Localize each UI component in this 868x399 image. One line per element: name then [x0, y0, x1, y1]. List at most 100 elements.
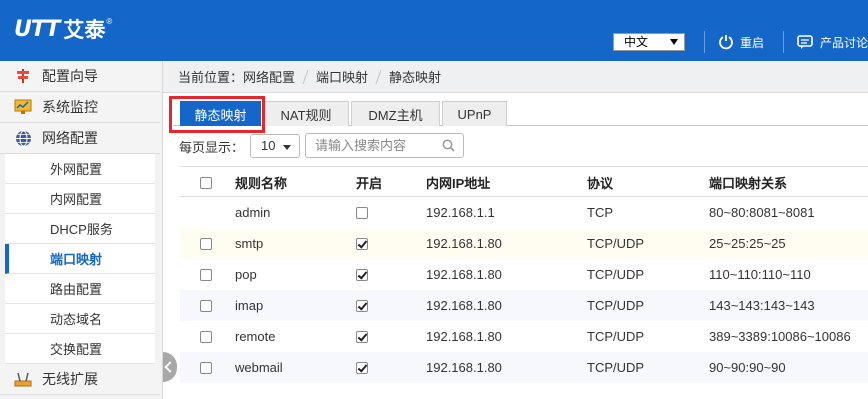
row-select-cell [200, 259, 212, 290]
per-page-text: 每页显示： [179, 139, 245, 155]
language-select[interactable]: 中文 [613, 33, 685, 51]
enabled-cell [356, 228, 368, 259]
tab-nat-rules[interactable]: NAT规则 [263, 101, 349, 126]
sidebar-subitem-label: 端口映射 [50, 252, 103, 267]
ip-cell: 192.168.1.80 [426, 267, 502, 282]
column-header-port-mapping[interactable]: 端口映射关系 [709, 167, 787, 198]
ip-cell: 192.168.1.80 [426, 360, 502, 375]
row-select-checkbox[interactable] [200, 361, 212, 374]
forum-label: 产品讨论 [820, 35, 868, 50]
sidebar-collapse-handle[interactable] [163, 352, 177, 382]
rule-name-cell: smtp [235, 236, 264, 251]
sidebar-subitem-label: 路由配置 [50, 282, 103, 297]
chat-icon [797, 35, 813, 49]
ip-cell: 192.168.1.1 [426, 205, 495, 220]
column-header-enabled[interactable]: 开启 [356, 167, 382, 198]
enabled-checkbox[interactable] [356, 268, 368, 281]
top-header: UTT 艾泰 ® 中文 重启 产品讨论 [0, 0, 868, 61]
sidebar-subitem-lan[interactable]: 内网配置 [5, 184, 155, 214]
caret-down-icon [283, 145, 291, 150]
language-value: 中文 [624, 35, 649, 49]
table-row[interactable]: smtp 192.168.1.80 TCP/UDP 25~25:25~25 [180, 228, 868, 259]
column-header-protocol[interactable]: 协议 [587, 167, 613, 198]
sidebar-item-network-config[interactable]: 网络配置 [0, 123, 160, 154]
sidebar-subitem-routing[interactable]: 路由配置 [5, 274, 155, 304]
table-row[interactable]: imap 192.168.1.80 TCP/UDP 143~143:143~14… [180, 290, 868, 321]
row-select-checkbox[interactable] [200, 299, 212, 312]
sidebar-item-label: 无线扩展 [42, 371, 98, 387]
protocol-cell: TCP/UDP [587, 298, 645, 313]
select-all-checkbox[interactable] [200, 176, 212, 189]
rule-name-cell: admin [235, 205, 271, 220]
sidebar-item-wireless[interactable]: 无线扩展 [0, 364, 160, 395]
sidebar-subitem-label: 动态域名 [50, 312, 103, 327]
table-row[interactable]: remote 192.168.1.80 TCP/UDP 389~3389:100… [180, 321, 868, 352]
globe-icon [14, 129, 32, 147]
protocol-cell: TCP/UDP [587, 236, 645, 251]
enabled-cell [356, 352, 368, 383]
table-row[interactable]: admin 192.168.1.1 TCP 80~80:8081~8081 [180, 197, 868, 228]
restart-label: 重启 [740, 35, 765, 50]
row-select-cell [200, 352, 212, 383]
search-icon[interactable] [442, 139, 455, 152]
search-input[interactable] [306, 134, 434, 157]
sidebar-subitem-label: 外网配置 [50, 162, 103, 177]
sidebar-subitem-wan[interactable]: 外网配置 [5, 154, 155, 184]
restart-button[interactable]: 重启 [718, 32, 764, 52]
column-header-name[interactable]: 规则名称 [235, 167, 287, 198]
enabled-checkbox[interactable] [356, 330, 368, 343]
enabled-checkbox[interactable] [356, 237, 368, 250]
tab-bar: 静态映射 NAT规则 DMZ主机 UPnP [163, 93, 868, 127]
header-divider [704, 31, 705, 53]
logo-text: 艾泰 [63, 18, 106, 42]
sidebar-subitem-ddns[interactable]: 动态域名 [5, 304, 155, 334]
mapping-cell: 25~25:25~25 [709, 236, 786, 251]
table-row[interactable]: webmail 192.168.1.80 TCP/UDP 90~90:90~90 [180, 352, 868, 383]
table-row[interactable]: pop 192.168.1.80 TCP/UDP 110~110:110~110 [180, 259, 868, 290]
protocol-cell: TCP/UDP [587, 360, 645, 375]
row-select-cell [200, 321, 212, 352]
protocol-cell: TCP/UDP [587, 267, 645, 282]
sidebar-item-setup-wizard[interactable]: 配置向导 [0, 61, 160, 92]
breadcrumb-item: 静态映射 [389, 70, 442, 85]
enabled-checkbox[interactable] [356, 206, 368, 219]
row-select-cell [200, 290, 212, 321]
row-select-checkbox[interactable] [200, 268, 212, 281]
per-page-value: 10 [261, 138, 276, 153]
logo-mark: UTT [14, 16, 60, 42]
breadcrumb-item[interactable]: 端口映射 [316, 67, 368, 86]
tab-label: DMZ主机 [368, 107, 423, 123]
sidebar-subitem-port-mapping[interactable]: 端口映射 [5, 244, 155, 274]
column-header-ip[interactable]: 内网IP地址 [426, 167, 490, 198]
enabled-cell [356, 290, 368, 321]
row-select-checkbox[interactable] [200, 330, 212, 343]
sidebar-subitem-dhcp[interactable]: DHCP服务 [5, 214, 155, 244]
tab-dmz-host[interactable]: DMZ主机 [351, 101, 440, 126]
breadcrumb-item[interactable]: 网络配置 [243, 67, 295, 86]
mapping-cell: 389~3389:10086~10086 [709, 329, 851, 344]
restart-icon [719, 35, 733, 50]
tab-upnp[interactable]: UPnP [442, 101, 507, 126]
select-all-cell [200, 167, 212, 198]
rule-name-cell: remote [235, 329, 276, 344]
ip-cell: 192.168.1.80 [426, 329, 502, 344]
sidebar-subitem-switch[interactable]: 交换配置 [5, 334, 155, 364]
wizard-icon [14, 67, 32, 85]
enabled-cell [356, 321, 368, 352]
enabled-cell [356, 259, 368, 290]
protocol-cell: TCP [587, 205, 613, 220]
sidebar-item-label: 配置向导 [42, 68, 98, 84]
sidebar-subitem-label: 内网配置 [50, 192, 103, 207]
per-page-select[interactable]: 10 [250, 134, 300, 158]
breadcrumb-separator [302, 69, 309, 84]
chevron-down-icon [670, 39, 678, 45]
sidebar-item-system-monitor[interactable]: 系统监控 [0, 92, 160, 123]
sidebar-subitem-label: 交换配置 [50, 342, 103, 357]
enabled-cell [356, 197, 368, 228]
enabled-checkbox[interactable] [356, 361, 368, 374]
product-forum-button[interactable]: 产品讨论 [797, 32, 868, 52]
protocol-cell: TCP/UDP [587, 329, 645, 344]
row-select-checkbox[interactable] [200, 237, 212, 250]
enabled-checkbox[interactable] [356, 299, 368, 312]
breadcrumb-prefix: 当前位置： [178, 70, 244, 85]
